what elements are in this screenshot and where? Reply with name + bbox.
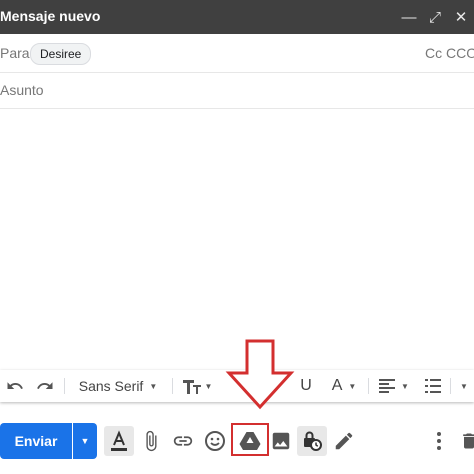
annotation-highlight-box <box>231 423 269 456</box>
formatting-options-icon[interactable] <box>104 426 134 456</box>
toolbar-divider <box>368 378 369 394</box>
subject-field[interactable]: Asunto <box>0 82 44 98</box>
annotation-arrow-icon <box>225 339 295 410</box>
close-icon[interactable]: ✕ <box>448 8 474 26</box>
trash-icon[interactable] <box>454 426 474 456</box>
chevron-down-icon: ▼ <box>348 381 357 391</box>
message-body[interactable] <box>0 109 474 367</box>
expand-icon[interactable]: ⤢ <box>422 9 448 26</box>
to-label: Para <box>0 45 30 61</box>
paperclip-icon[interactable] <box>136 426 166 456</box>
insert-photo-icon[interactable] <box>266 426 296 456</box>
compose-title: Mensaje nuevo <box>0 8 101 24</box>
minimize-icon[interactable]: — <box>396 9 422 26</box>
cc-bcc-links[interactable]: Cc CCO <box>425 45 474 61</box>
recipient-chip[interactable]: Desiree <box>30 43 92 65</box>
chevron-down-icon: ▼ <box>401 381 409 391</box>
text-size-icon <box>182 380 201 394</box>
send-options-chevron-icon[interactable]: ▼ <box>73 423 97 459</box>
send-button[interactable]: Enviar <box>0 423 72 459</box>
text-color-icon: A <box>331 377 343 394</box>
underline-icon[interactable]: U <box>296 370 316 402</box>
toolbar-divider <box>64 378 65 394</box>
confidential-mode-icon[interactable] <box>297 426 327 456</box>
redo-icon[interactable] <box>32 370 58 402</box>
subject-row[interactable]: Asunto <box>0 72 474 109</box>
recipients-row[interactable]: Para Desiree Cc CCO <box>0 34 474 73</box>
chevron-down-icon: ▼ <box>204 381 213 391</box>
toolbar-divider <box>172 378 173 394</box>
link-icon[interactable] <box>168 426 198 456</box>
more-options-icon[interactable] <box>424 426 454 456</box>
undo-icon[interactable] <box>2 370 28 402</box>
numbered-list-icon[interactable] <box>420 370 446 402</box>
text-color-dropdown[interactable]: A ▼ <box>326 370 362 402</box>
chevron-down-icon: ▼ <box>149 381 158 391</box>
window-controls: — ⤢ ✕ <box>396 0 474 34</box>
signature-pen-icon[interactable] <box>329 426 359 456</box>
align-left-icon <box>379 379 396 393</box>
compose-title-bar: Mensaje nuevo — ⤢ ✕ <box>0 0 474 34</box>
toolbar-divider <box>450 378 451 394</box>
font-family-label: Sans Serif <box>78 378 144 394</box>
more-formatting-chevron-icon[interactable]: ▼ <box>456 370 472 402</box>
align-dropdown[interactable]: ▼ <box>374 370 414 402</box>
font-family-dropdown[interactable]: Sans Serif ▼ <box>70 370 166 402</box>
text-size-dropdown[interactable]: ▼ <box>178 370 216 402</box>
emoji-icon[interactable] <box>200 426 230 456</box>
